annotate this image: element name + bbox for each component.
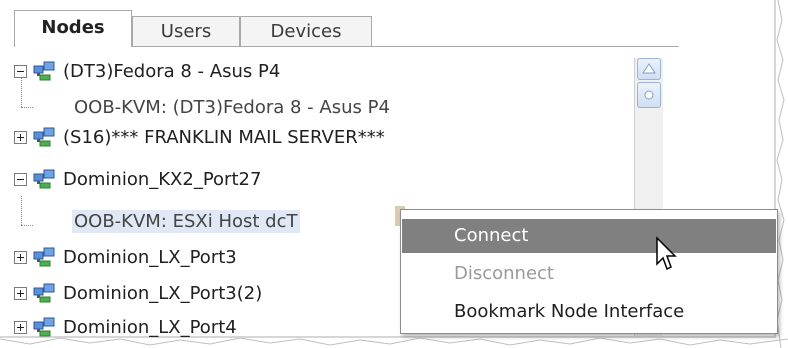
tree-connector <box>21 196 22 225</box>
expand-icon[interactable] <box>14 286 27 300</box>
node-label: (DT3)Fedora 8 - Asus P4 <box>63 60 281 82</box>
tree-connector <box>21 225 33 226</box>
arrow-up-icon <box>642 63 656 74</box>
collapse-icon[interactable] <box>14 64 27 78</box>
node-computer-icon <box>33 247 55 267</box>
node-computer-icon <box>33 61 55 81</box>
tree-node[interactable]: Dominion_KX2_Port27 <box>14 164 263 194</box>
mouse-cursor-icon <box>656 236 677 271</box>
menu-item-connect[interactable]: Connect <box>402 219 776 253</box>
node-label: (S16)*** FRANKLIN MAIL SERVER*** <box>63 126 385 148</box>
node-label: Dominion_LX_Port3(2) <box>63 282 263 304</box>
tree-child-interface[interactable]: OOB-KVM: ESXi Host dcT <box>72 206 300 236</box>
expand-icon[interactable] <box>14 250 27 264</box>
node-computer-icon <box>33 127 55 147</box>
tree-node[interactable]: (DT3)Fedora 8 - Asus P4 <box>14 56 282 86</box>
interface-label: OOB-KVM: ESXi Host dcT <box>72 209 300 233</box>
menu-item-disconnect[interactable]: Disconnect <box>402 257 776 291</box>
context-menu: Connect Disconnect Bookmark Node Interfa… <box>400 209 778 334</box>
expand-icon[interactable] <box>14 130 27 144</box>
tab-bar: Nodes Users Devices <box>14 10 694 47</box>
node-computer-icon <box>33 283 55 303</box>
node-computer-icon <box>33 317 55 337</box>
node-label: Dominion_KX2_Port27 <box>63 168 262 190</box>
tree-node[interactable]: (S16)*** FRANKLIN MAIL SERVER*** <box>14 122 387 152</box>
node-computer-icon <box>33 169 55 189</box>
menu-item-bookmark-node-interface[interactable]: Bookmark Node Interface <box>402 295 776 329</box>
collapse-icon[interactable] <box>14 172 27 186</box>
node-label: Dominion_LX_Port3 <box>63 246 237 268</box>
tree-connector <box>21 107 33 108</box>
tab-nodes[interactable]: Nodes <box>14 10 132 47</box>
grip-icon <box>644 90 654 100</box>
node-panel: Nodes Users Devices (DT3)Fedora 8 - Asus… <box>0 0 778 338</box>
tree-child-interface[interactable]: OOB-KVM: (DT3)Fedora 8 - Asus P4 <box>72 92 392 122</box>
scroll-up-button[interactable] <box>637 58 661 80</box>
tab-devices[interactable]: Devices <box>240 16 372 46</box>
tab-users[interactable]: Users <box>132 16 240 46</box>
expand-icon[interactable] <box>14 320 27 334</box>
interface-label: OOB-KVM: (DT3)Fedora 8 - Asus P4 <box>74 96 390 118</box>
torn-edge-bottom <box>0 337 788 346</box>
scroll-thumb[interactable] <box>637 82 661 108</box>
tree-node[interactable]: Dominion_LX_Port3 <box>14 242 239 272</box>
tree-node[interactable]: Dominion_LX_Port3(2) <box>14 278 264 308</box>
